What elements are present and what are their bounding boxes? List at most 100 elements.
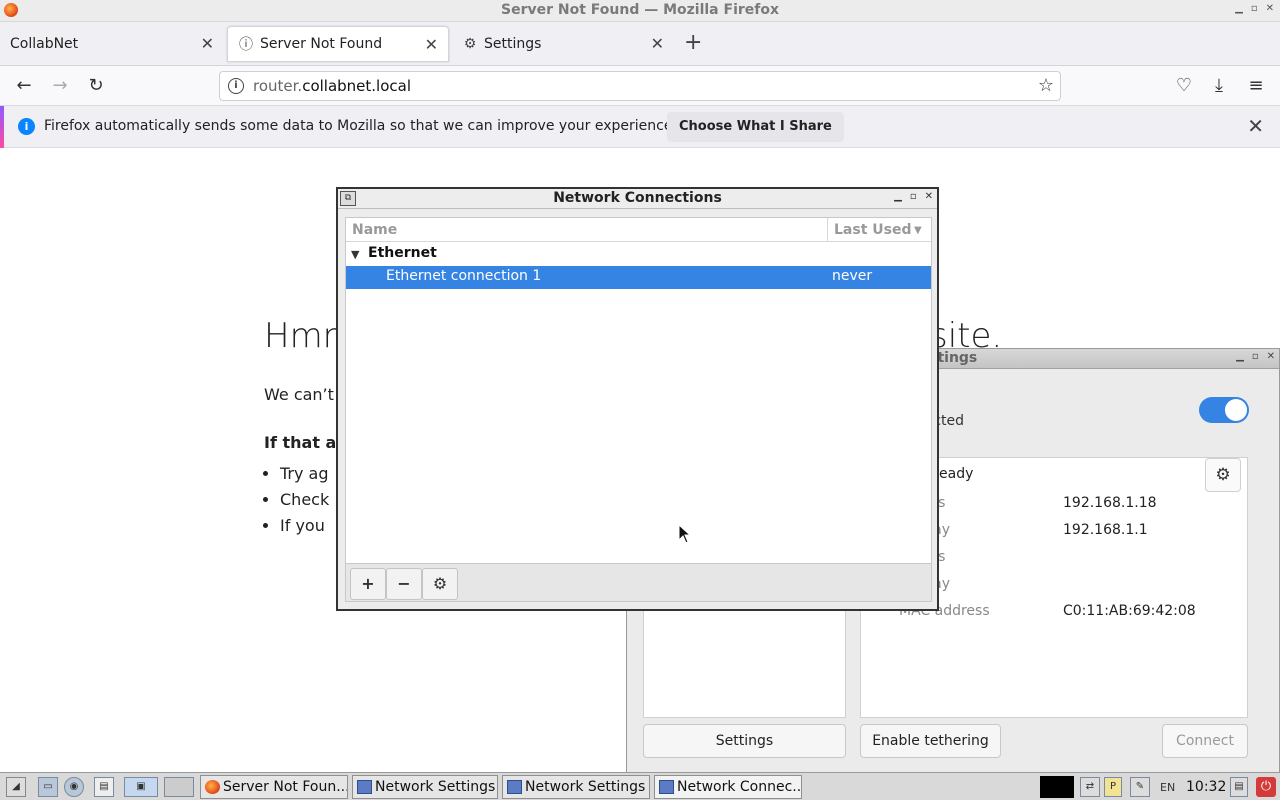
column-separator <box>827 218 828 242</box>
task-label: Network Connec... <box>677 779 802 795</box>
clipboard-icon[interactable]: P <box>1104 777 1122 797</box>
reload-button[interactable]: ↻ <box>84 74 108 98</box>
tab-close-icon[interactable]: ✕ <box>651 34 664 53</box>
info-icon: ⓘ <box>239 37 253 53</box>
tab-server-not-found[interactable]: ⓘ Server Not Found ✕ <box>227 26 449 62</box>
close-icon[interactable]: ✕ <box>925 191 933 202</box>
list-item: Check <box>280 490 329 509</box>
file-manager-icon[interactable]: ▤ <box>94 777 114 797</box>
taskbar-item-network-settings[interactable]: Network Settings <box>352 775 498 799</box>
browser-launcher-icon[interactable]: ◉ <box>64 777 84 797</box>
window-controls: ▁ ▫ ✕ <box>1236 351 1275 362</box>
new-tab-button[interactable]: + <box>684 30 702 55</box>
taskbar: ◢ ▭ ◉ ▤ ▣ Server Not Foun... Network Set… <box>0 772 1280 800</box>
tab-collabnet[interactable]: CollabNet ✕ <box>0 26 224 62</box>
connection-status: eady <box>939 466 974 482</box>
navigation-toolbar: ← → ↻ i router.collabnet.local ☆ ♡ ⤓ ≡ <box>0 66 1280 106</box>
task-label: Network Settings <box>375 779 496 795</box>
taskbar-item-firefox[interactable]: Server Not Foun... <box>200 775 348 799</box>
maximize-icon[interactable]: ▫ <box>1252 351 1259 362</box>
error-suggestions: Try ag Check If you <box>280 464 329 542</box>
keyboard-layout[interactable]: EN <box>1160 781 1175 794</box>
tab-label: CollabNet <box>10 36 79 52</box>
tab-close-icon[interactable]: ✕ <box>201 34 214 53</box>
minimize-icon[interactable]: ▁ <box>1235 3 1243 14</box>
edit-connection-button[interactable]: ⚙ <box>422 568 458 600</box>
bookmark-star-icon[interactable]: ☆ <box>1038 75 1054 96</box>
gear-icon: ⚙ <box>463 36 477 52</box>
minimize-all-icon[interactable]: ▭ <box>38 777 58 797</box>
taskbar-item-network-settings-2[interactable]: Network Settings <box>502 775 650 799</box>
forward-button[interactable]: → <box>48 74 72 98</box>
power-icon[interactable]: ⏻ <box>1256 777 1276 797</box>
menu-icon[interactable]: ≡ <box>1244 74 1268 98</box>
toggle-knob <box>1225 399 1247 421</box>
device-list <box>643 609 846 718</box>
minimize-icon[interactable]: ▁ <box>1236 351 1244 362</box>
list-header: Name Last Used ▼ <box>346 218 931 242</box>
cpu-monitor-icon <box>1040 776 1074 798</box>
network-icon <box>659 780 674 794</box>
info-icon: i <box>18 118 35 135</box>
url-text: router.collabnet.local <box>253 77 412 95</box>
detail-value: 192.168.1.1 <box>1063 522 1148 538</box>
url-bar[interactable]: i router.collabnet.local ☆ <box>219 71 1061 101</box>
start-menu-icon[interactable]: ◢ <box>6 777 26 797</box>
network-connections-titlebar[interactable]: ⧉ Network Connections ▁ ▫ ✕ <box>338 189 937 209</box>
tab-label: Settings <box>484 36 542 52</box>
connections-toolbar: + − ⚙ <box>345 564 932 602</box>
tab-bar: CollabNet ✕ ⓘ Server Not Found ✕ ⚙ Setti… <box>0 22 1280 66</box>
tab-settings[interactable]: ⚙ Settings ✕ <box>452 26 674 62</box>
network-tray-icon[interactable]: ⇄ <box>1080 777 1100 797</box>
sort-descending-icon: ▼ <box>914 225 922 236</box>
task-label: Server Not Foun... <box>223 779 348 795</box>
connections-list[interactable]: Name Last Used ▼ ▼ Ethernet Ethernet con… <box>345 217 932 564</box>
expand-triangle-icon[interactable]: ▼ <box>351 248 359 261</box>
error-description: We can’t <box>264 385 334 404</box>
close-notification-icon[interactable]: ✕ <box>1247 114 1264 138</box>
close-icon[interactable]: ✕ <box>1267 351 1275 362</box>
mouse-cursor-icon <box>678 524 690 544</box>
taskbar-item-network-connections[interactable]: Network Connec... <box>654 775 802 799</box>
connection-name: Ethernet connection 1 <box>386 268 542 284</box>
maximize-icon[interactable]: ▫ <box>910 191 917 202</box>
group-ethernet[interactable]: ▼ Ethernet <box>346 243 931 265</box>
network-connections-title: Network Connections <box>553 190 722 206</box>
pen-icon[interactable]: ✎ <box>1130 777 1150 797</box>
connect-button[interactable]: Connect <box>1162 724 1248 758</box>
site-info-icon[interactable]: i <box>228 78 244 94</box>
add-connection-button[interactable]: + <box>350 568 386 600</box>
maximize-icon[interactable]: ▫ <box>1251 3 1258 14</box>
detail-value: C0:11:AB:69:42:08 <box>1063 603 1196 619</box>
clock[interactable]: 10:32 <box>1186 779 1226 795</box>
window-controls: ▁ ▫ ✕ <box>1235 3 1274 14</box>
lock-screen-icon[interactable]: ▤ <box>1230 777 1248 797</box>
group-label: Ethernet <box>368 245 437 261</box>
tab-close-icon[interactable]: ✕ <box>425 35 438 54</box>
remove-connection-button[interactable]: − <box>386 568 422 600</box>
close-icon[interactable]: ✕ <box>1266 3 1274 14</box>
desktop-icon[interactable]: ▣ <box>124 777 158 797</box>
downloads-icon[interactable]: ⤓ <box>1207 74 1231 98</box>
column-header-name[interactable]: Name <box>352 222 397 238</box>
list-item: If you <box>280 516 329 535</box>
list-item[interactable]: Ethernet connection 1 never <box>346 266 931 289</box>
error-heading: If that ac <box>264 433 346 452</box>
back-button[interactable]: ← <box>12 74 36 98</box>
window-title: Server Not Found — Mozilla Firefox <box>500 2 780 18</box>
network-connections-window: ⧉ Network Connections ▁ ▫ ✕ Name Last Us… <box>336 187 939 611</box>
choose-what-i-share-button[interactable]: Choose What I Share <box>667 112 844 142</box>
workspace-icon[interactable] <box>164 777 194 797</box>
connection-settings-button[interactable]: ⚙ <box>1205 458 1241 492</box>
enable-tethering-button[interactable]: Enable tethering <box>860 724 1001 758</box>
settings-button[interactable]: Settings <box>643 724 846 758</box>
notification-accent <box>0 106 4 148</box>
wired-toggle[interactable] <box>1199 397 1249 423</box>
gear-icon: ⚙ <box>1215 465 1231 485</box>
minimize-icon[interactable]: ▁ <box>894 191 902 202</box>
task-label: Network Settings <box>525 779 646 795</box>
column-header-last-used[interactable]: Last Used <box>834 222 912 238</box>
pocket-icon[interactable]: ♡ <box>1172 74 1196 98</box>
window-controls: ▁ ▫ ✕ <box>894 191 933 202</box>
notification-bar: i Firefox automatically sends some data … <box>0 106 1280 148</box>
